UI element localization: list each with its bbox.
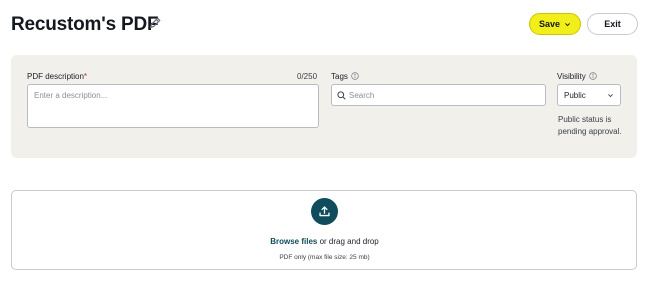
- visibility-status-note: Public status is pending approval.: [558, 115, 622, 136]
- description-field[interactable]: [27, 84, 319, 128]
- file-requirements: PDF only (max file size: 25 mb): [279, 254, 370, 261]
- description-label: PDF description*: [27, 72, 87, 81]
- upload-icon: [319, 206, 330, 217]
- tags-label-text: Tags: [331, 72, 348, 81]
- info-icon[interactable]: [589, 72, 597, 80]
- upload-button[interactable]: [311, 198, 338, 225]
- description-input[interactable]: [28, 85, 318, 127]
- tags-search-input[interactable]: [349, 90, 529, 100]
- dropzone-instructions: Browse files or drag and drop: [0, 237, 649, 246]
- browse-files-link[interactable]: Browse files: [270, 237, 317, 246]
- description-counter: 0/250: [297, 72, 318, 81]
- visibility-label: Visibility: [557, 72, 597, 81]
- drag-drop-text: or drag and drop: [317, 237, 379, 246]
- chevron-down-icon: [565, 22, 570, 26]
- description-label-text: PDF description: [27, 72, 84, 81]
- exit-button[interactable]: Exit: [587, 13, 638, 35]
- save-button[interactable]: Save: [529, 13, 581, 35]
- visibility-select[interactable]: Public: [557, 84, 621, 106]
- required-mark: *: [83, 72, 88, 81]
- search-icon: [337, 90, 346, 100]
- visibility-selected: Public: [564, 90, 586, 100]
- chevron-down-icon: [608, 93, 613, 97]
- info-icon[interactable]: [351, 72, 359, 80]
- tags-label: Tags: [331, 72, 359, 81]
- pencil-icon[interactable]: [148, 16, 162, 30]
- page-title: Recustom's PDF: [11, 14, 159, 35]
- save-button-label: Save: [538, 19, 561, 29]
- visibility-label-text: Visibility: [557, 72, 586, 81]
- tags-search-field[interactable]: [331, 84, 546, 106]
